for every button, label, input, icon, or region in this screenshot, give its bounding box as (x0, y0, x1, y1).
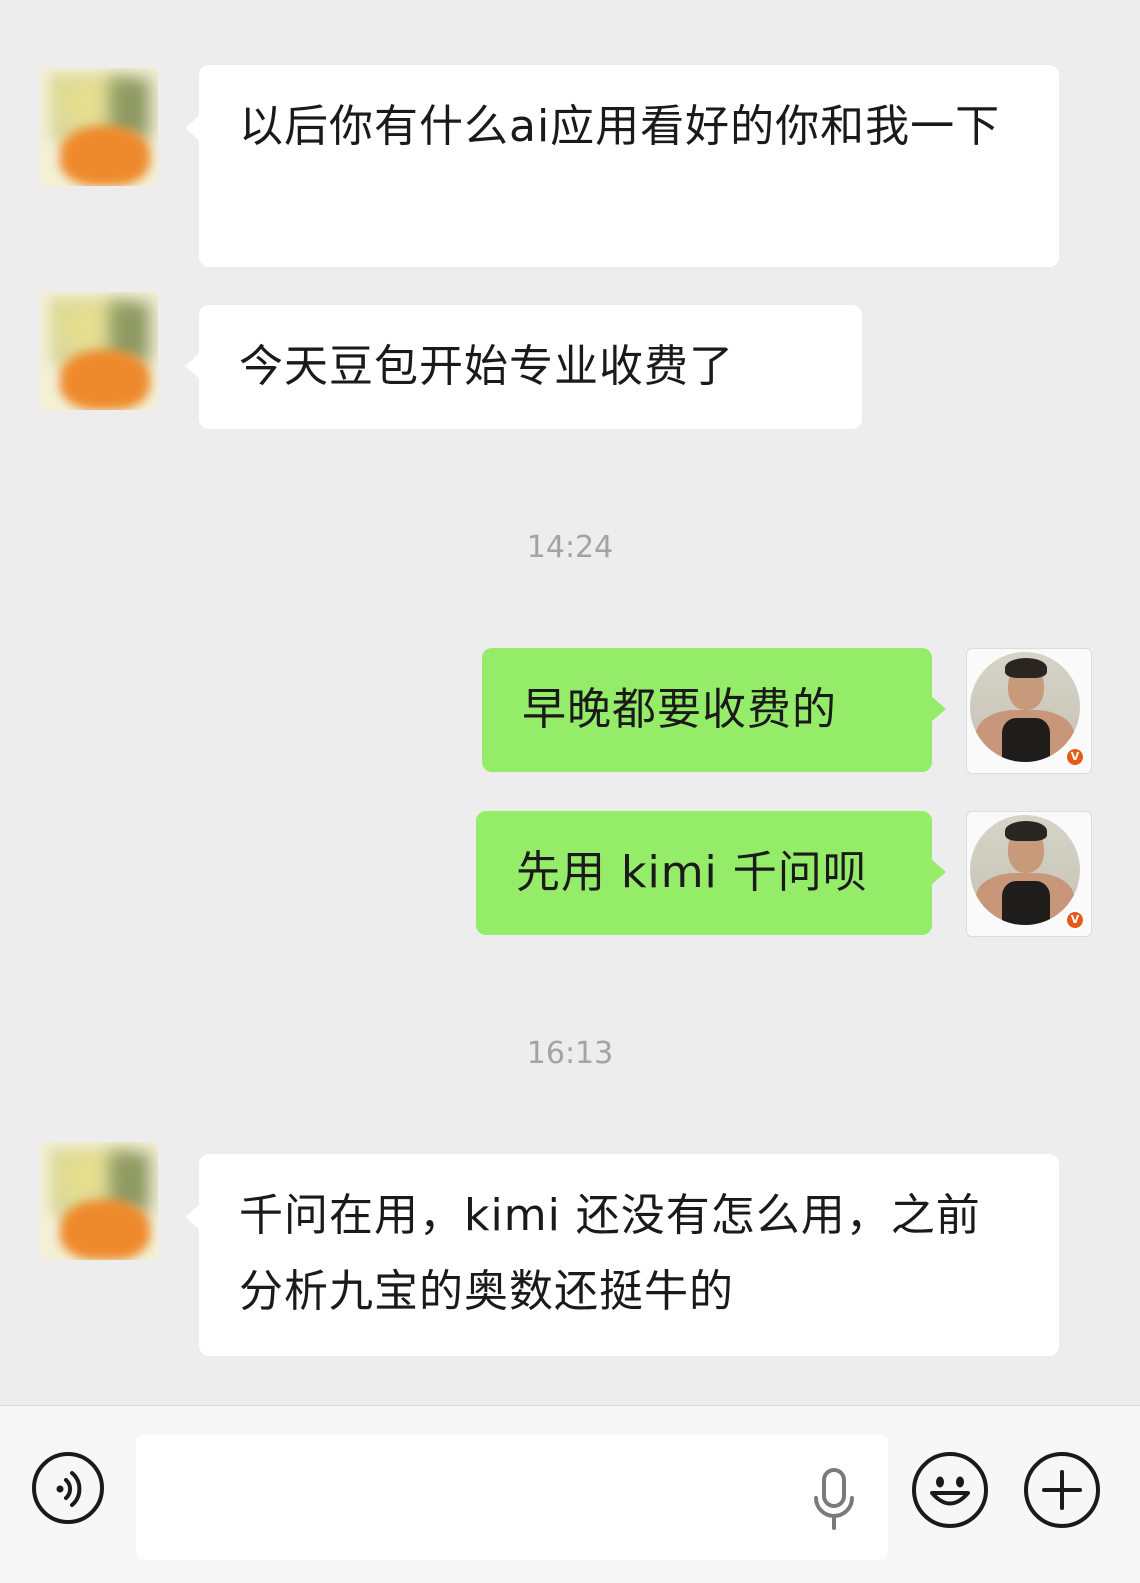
voice-toggle-button[interactable] (32, 1452, 104, 1524)
contact-avatar[interactable] (40, 292, 158, 410)
user-avatar[interactable]: V (966, 811, 1092, 937)
chat-area: 以后你有什么ai应用看好的你和我一下 今天豆包开始专业收费了 14:24 早晚都… (0, 0, 1140, 1405)
input-bar (0, 1405, 1140, 1583)
message-bubble-outgoing[interactable]: 早晚都要收费的 (482, 648, 946, 772)
message-bubble-incoming[interactable]: 今天豆包开始专业收费了 (185, 305, 862, 429)
message-text: 今天豆包开始专业收费了 (239, 341, 734, 392)
user-avatar[interactable]: V (966, 648, 1092, 774)
contact-avatar[interactable] (40, 68, 158, 186)
verified-badge-icon: V (1065, 747, 1085, 767)
timestamp: 14:24 (526, 530, 614, 565)
plus-icon (1042, 1470, 1082, 1510)
message-bubble-outgoing[interactable]: 先用 kimi 千问呗 (476, 811, 946, 935)
voice-icon (56, 1471, 82, 1507)
message-text: 千问在用，kimi 还没有怎么用，之前分析九宝的奥数还挺牛的 (239, 1190, 981, 1317)
message-text: 以后你有什么ai应用看好的你和我一下 (239, 101, 1001, 152)
emoji-button[interactable] (912, 1452, 988, 1528)
emoji-icon (930, 1476, 970, 1506)
message-text: 先用 kimi 千问呗 (516, 847, 868, 898)
contact-avatar[interactable] (40, 1142, 158, 1260)
message-bubble-incoming[interactable]: 以后你有什么ai应用看好的你和我一下 (185, 65, 1059, 267)
mic-icon[interactable] (810, 1466, 858, 1532)
more-button[interactable] (1024, 1452, 1100, 1528)
message-input[interactable] (136, 1434, 888, 1560)
verified-badge-icon: V (1065, 910, 1085, 930)
timestamp: 16:13 (526, 1036, 614, 1071)
message-text: 早晚都要收费的 (522, 684, 837, 735)
message-bubble-incoming[interactable]: 千问在用，kimi 还没有怎么用，之前分析九宝的奥数还挺牛的 (185, 1154, 1059, 1356)
